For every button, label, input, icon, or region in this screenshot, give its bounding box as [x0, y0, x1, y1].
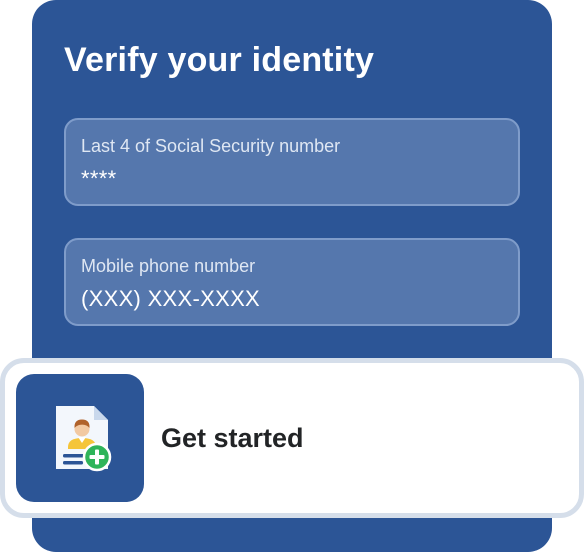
get-started-label: Get started [161, 423, 304, 453]
mobile-phone-field[interactable]: Mobile phone number (XXX) XXX-XXXX [64, 238, 520, 326]
page-title: Verify your identity [64, 41, 375, 79]
ssn-field-label: Last 4 of Social Security number [81, 136, 341, 156]
phone-field-value[interactable]: (XXX) XXX-XXXX [81, 284, 260, 314]
ssn-last4-field[interactable]: Last 4 of Social Security number **** [64, 118, 520, 206]
ssn-field-value[interactable]: **** [81, 164, 116, 194]
id-card-add-icon [16, 374, 144, 502]
phone-field-label: Mobile phone number [81, 256, 256, 276]
identity-verification-screen: Verify your identity Last 4 of Social Se… [0, 0, 584, 552]
id-card-add-icon-graphic [56, 406, 112, 472]
